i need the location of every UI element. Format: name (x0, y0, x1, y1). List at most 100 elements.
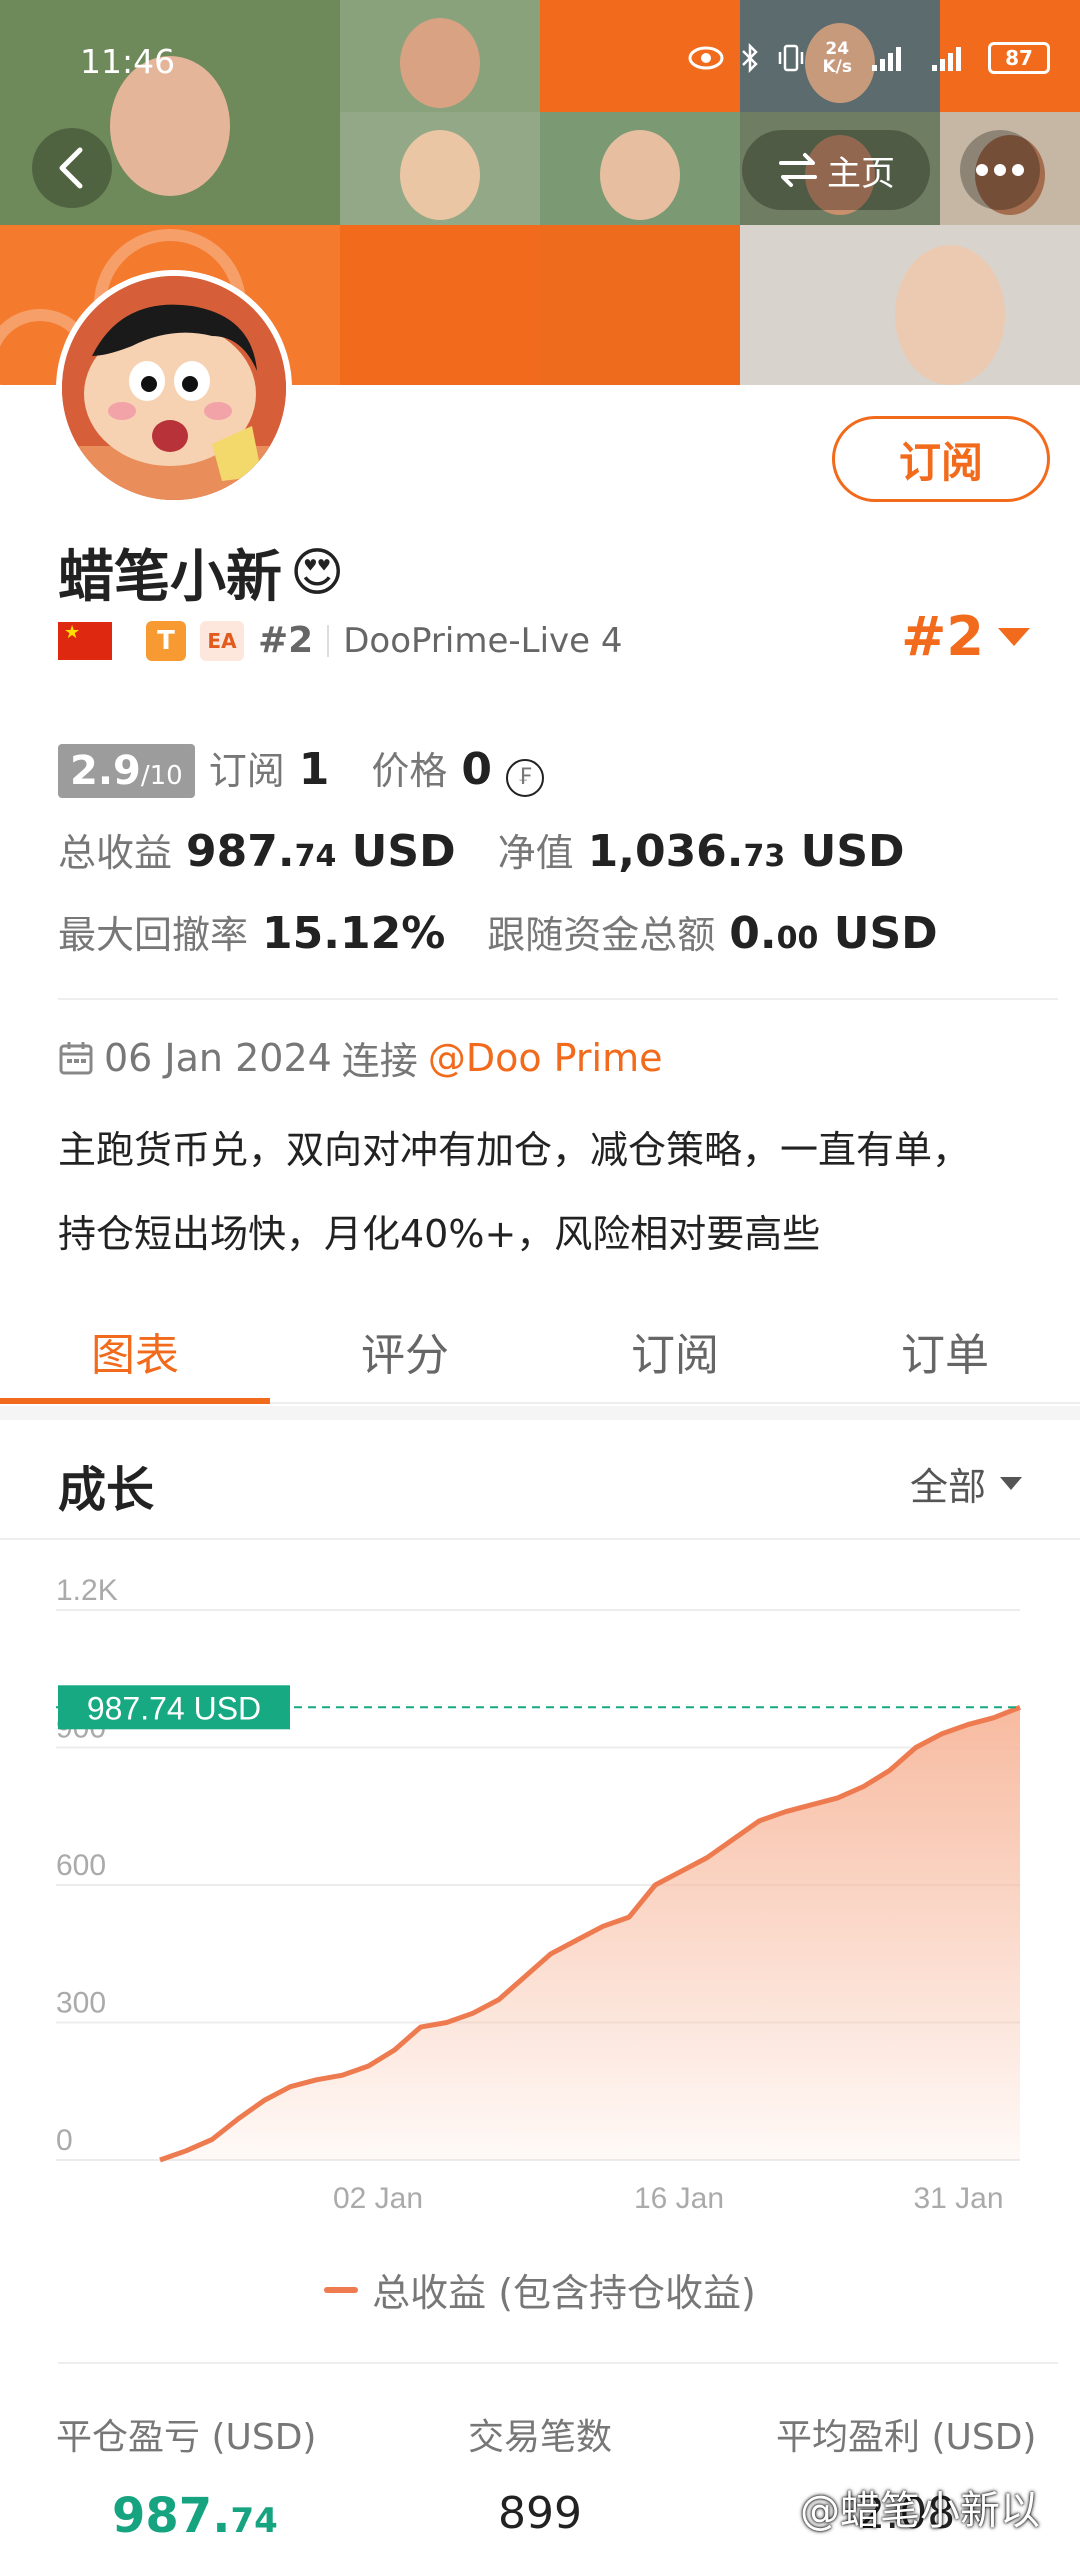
follow-funds-label: 跟随资金总额 (487, 913, 716, 957)
chevron-left-icon (59, 147, 83, 189)
growth-chart: 03006009001.2K987.74 USD02 Jan16 Jan31 J… (0, 1560, 1080, 2320)
y-tick-label: 600 (56, 1849, 106, 1882)
score-max: /10 (140, 761, 183, 791)
y-tick-label: 300 (56, 1987, 106, 2020)
rank-small: #2 (258, 620, 314, 661)
trader-photo (340, 112, 540, 225)
cartoon-avatar-icon (62, 276, 286, 500)
follow-funds-unit: USD (833, 908, 938, 959)
heart-eyes-emoji: 😍 (290, 542, 345, 603)
caret-down-icon (1000, 1477, 1022, 1490)
pattern-tile (540, 225, 740, 385)
status-icons: 24 K/s 87 (688, 40, 1050, 76)
subscribe-button[interactable]: 订阅 (832, 416, 1050, 502)
follow-funds-value: 0.00 USD (729, 908, 937, 959)
equity-int: 1,036. (587, 826, 744, 877)
badge-t: T (146, 620, 186, 661)
switch-icon (779, 153, 817, 187)
join-info: 06 Jan 2024 连接 @Doo Prime (58, 1030, 662, 1085)
score-value: 2.9 (70, 748, 141, 794)
follow-funds-dec: 00 (776, 921, 819, 956)
badge-row: T EA #2 DooPrime-Live 4 (58, 620, 623, 661)
closed-pnl-value: 987.74 (112, 2488, 316, 2544)
drawdown-value: 15.12% (262, 908, 446, 959)
closed-pnl-int: 987. (112, 2488, 231, 2544)
chart-legend: 总收益 (包含持仓收益) (0, 2262, 1080, 2317)
more-button[interactable] (960, 130, 1040, 210)
calendar-icon (59, 1041, 93, 1074)
description-line: 主跑货币兑，双向对冲有加仓，减仓策略，一直有单， (58, 1128, 971, 1172)
signal-icon (872, 47, 901, 71)
net-speed: 24 K/s (822, 39, 852, 77)
trades: 交易笔数 899 (468, 2408, 612, 2539)
equity-dec: 73 (743, 839, 786, 874)
closed-pnl: 平仓盈亏 (USD) 987.74 (56, 2408, 316, 2544)
divider (58, 2362, 1058, 2364)
eye-icon (688, 46, 724, 70)
follow-funds-int: 0. (729, 908, 777, 959)
x-tick-label: 02 Jan (333, 2182, 423, 2215)
status-time: 11:46 (80, 42, 176, 81)
price-label: 价格 (371, 749, 448, 793)
closed-pnl-label: 平仓盈亏 (USD) (56, 2417, 317, 2458)
tab-orders[interactable]: 订单 (810, 1300, 1080, 1402)
vibrate-icon (779, 44, 804, 72)
growth-title: 成长 (58, 1462, 155, 1518)
home-button[interactable]: 主页 (742, 130, 930, 210)
x-tick-label: 16 Jan (634, 2182, 724, 2215)
total-profit-unit: USD (351, 826, 456, 877)
rank-selector[interactable]: #2 (901, 605, 1030, 668)
stats-row: 2.9/10 订阅 1 价格 0 ₣ (58, 740, 1038, 822)
stats-row: 总收益 987.74 USD 净值 1,036.73 USD (58, 822, 1038, 904)
equity-unit: USD (800, 826, 905, 877)
legend-line-icon (324, 2286, 359, 2293)
trader-name-text: 蜡笔小新 (58, 545, 282, 610)
total-profit-value: 987.74 USD (186, 826, 456, 877)
subscribe-count: 1 (298, 744, 330, 795)
description-line: 持仓短出场快，月化40%+，风险相对要高些 (58, 1212, 821, 1256)
growth-header: 成长 全部 (0, 1420, 1080, 1540)
home-label: 主页 (827, 153, 895, 194)
tab-subscribe[interactable]: 订阅 (540, 1300, 810, 1402)
pattern-tile (340, 225, 540, 385)
drawdown-label: 最大回撤率 (58, 913, 249, 957)
y-tick-label: 1.2K (56, 1574, 118, 1607)
section-gap (0, 1406, 1080, 1420)
divider (58, 998, 1058, 1000)
tab-rating[interactable]: 评分 (270, 1300, 540, 1402)
trader-name: 蜡笔小新 😍 (58, 532, 344, 613)
coin-icon: ₣ (505, 758, 544, 797)
total-profit-dec: 74 (294, 839, 337, 874)
server-name: DooPrime-Live 4 (343, 620, 623, 661)
signal-icon (932, 47, 961, 71)
more-icon (976, 164, 1024, 176)
total-profit-int: 987. (186, 826, 295, 877)
divider (126, 625, 132, 657)
growth-chart-svg: 03006009001.2K987.74 USD02 Jan16 Jan31 J… (56, 1574, 1021, 2215)
price-value: 0 (461, 744, 492, 795)
current-value-label: 987.74 USD (87, 1690, 261, 1726)
divider (327, 624, 330, 657)
growth-filter-dropdown[interactable]: 全部 (910, 1456, 1022, 1511)
broker-link[interactable]: @Doo Prime (428, 1036, 663, 1080)
stats-panel: 2.9/10 订阅 1 价格 0 ₣ 总收益 987.74 USD 净值 1,0… (58, 740, 1038, 986)
connect-label: 连接 (341, 1039, 418, 1083)
stats-row: 最大回撤率 15.12% 跟随资金总额 0.00 USD (58, 904, 1038, 986)
equity-label: 净值 (497, 831, 574, 875)
growth-filter-label: 全部 (909, 1465, 986, 1509)
total-profit-label: 总收益 (58, 831, 173, 875)
watermark: @蜡笔小新以 (800, 2488, 1040, 2534)
closed-pnl-dec: 74 (230, 2501, 278, 2541)
tab-chart[interactable]: 图表 (0, 1300, 270, 1404)
avg-profit-label: 平均盈利 (USD) (776, 2417, 1037, 2458)
equity-value: 1,036.73 USD (588, 826, 905, 877)
legend-label: 总收益 (包含持仓收益) (372, 2271, 756, 2315)
trader-photo (540, 112, 740, 225)
back-button[interactable] (32, 128, 112, 208)
tab-bar: 图表 评分 订阅 订单 (0, 1300, 1080, 1404)
x-tick-label: 31 Jan (913, 2182, 1003, 2215)
battery-icon: 87 (988, 42, 1050, 74)
score-badge: 2.9/10 (58, 744, 195, 798)
caret-down-icon (998, 627, 1030, 646)
status-bar: 11:46 24 K/s 87 (0, 0, 1080, 120)
